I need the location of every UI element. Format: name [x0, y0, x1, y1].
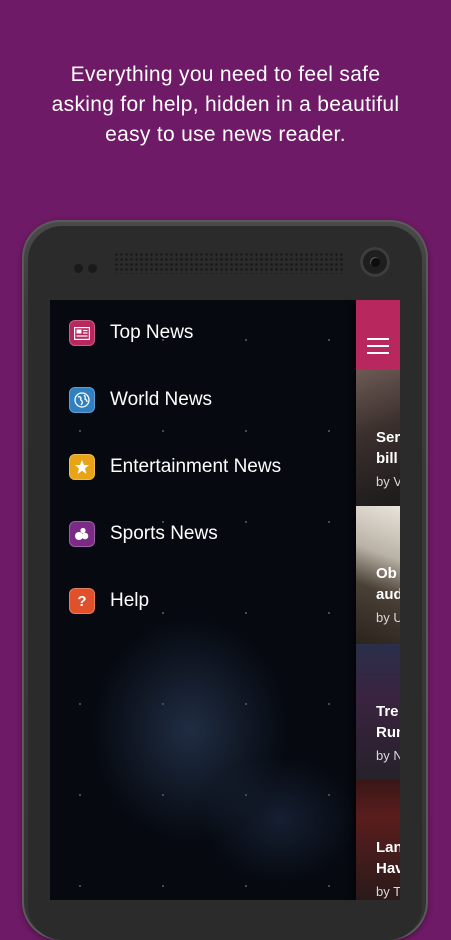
- sports-icon: [69, 521, 95, 547]
- globe-icon: [69, 387, 95, 413]
- drawer-item-label: World News: [110, 389, 213, 410]
- drawer-item-label: Sports News: [110, 523, 218, 544]
- star-icon: [69, 454, 95, 480]
- card-title-line: aud: [376, 586, 400, 603]
- card-title-line: Ob: [376, 565, 397, 582]
- tagline-line-1: Everything you need to feel safe: [70, 63, 381, 86]
- sensor-dot: [88, 264, 97, 273]
- card-byline: by V: [376, 474, 400, 489]
- newspaper-icon: [69, 320, 95, 346]
- drawer-item-world-news[interactable]: World News: [69, 385, 212, 415]
- navigation-drawer: Top News World News Entertainment News S…: [50, 300, 356, 900]
- drawer-item-label: Top News: [110, 322, 194, 343]
- news-card[interactable]: Lan Hav by T: [356, 780, 400, 900]
- speaker-grille: [114, 252, 344, 274]
- sensor-dot: [74, 264, 83, 273]
- app-bar: [356, 300, 400, 370]
- drawer-item-entertainment-news[interactable]: Entertainment News: [69, 452, 281, 482]
- news-card[interactable]: Ser bill by V: [356, 370, 400, 506]
- card-byline: by T: [376, 884, 400, 899]
- card-title-line: Ser: [376, 429, 400, 446]
- drawer-item-label: Help: [110, 590, 150, 611]
- news-feed: Ser bill by V Ob aud by U Tre Run by N L…: [356, 300, 400, 900]
- question-icon: ?: [69, 588, 95, 614]
- news-card[interactable]: Ob aud by U: [356, 506, 400, 644]
- card-title-line: bill: [376, 450, 398, 467]
- app-screen: Top News World News Entertainment News S…: [50, 300, 400, 900]
- card-title-line: Run: [376, 724, 400, 741]
- hamburger-icon[interactable]: [367, 338, 389, 354]
- front-camera: [360, 247, 390, 277]
- drawer-item-label: Entertainment News: [110, 456, 282, 477]
- tagline: Everything you need to feel safe asking …: [0, 60, 451, 150]
- card-byline: by U: [376, 610, 400, 625]
- drawer-item-sports-news[interactable]: Sports News: [69, 519, 218, 549]
- tagline-line-3: easy to use news reader.: [105, 123, 346, 146]
- card-title-line: Hav: [376, 860, 400, 877]
- drawer-item-top-news[interactable]: Top News: [69, 318, 193, 348]
- card-byline: by N: [376, 748, 400, 763]
- card-title-line: Tre: [376, 703, 399, 720]
- tagline-line-2: asking for help, hidden in a beautiful: [51, 93, 400, 116]
- news-card[interactable]: Tre Run by N: [356, 644, 400, 780]
- card-title-line: Lan: [376, 839, 400, 856]
- drawer-item-help[interactable]: ? Help: [69, 586, 149, 616]
